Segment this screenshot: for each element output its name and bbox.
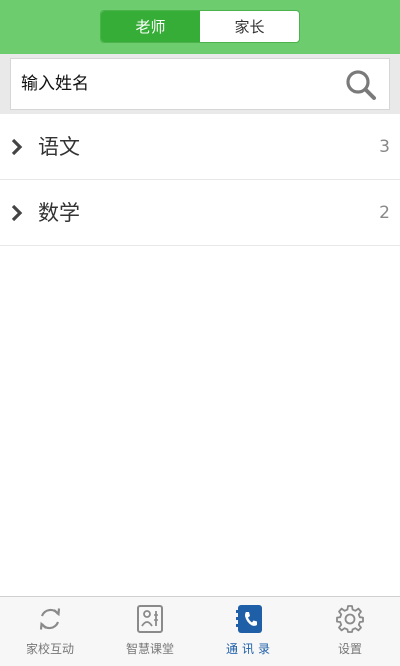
gear-icon <box>336 605 364 633</box>
tab-home-school[interactable]: 家校互动 <box>0 597 100 666</box>
tab-teacher[interactable]: 老师 <box>101 11 200 42</box>
refresh-icon <box>39 608 61 630</box>
classroom-icon <box>137 605 163 633</box>
top-bar: 老师 家长 <box>0 0 400 54</box>
tab-parent[interactable]: 家长 <box>200 11 299 42</box>
group-label: 语文 <box>38 135 80 159</box>
search-icon[interactable] <box>345 69 377 101</box>
tab-settings[interactable]: 设置 <box>300 597 400 666</box>
tab-smart-classroom[interactable]: 智慧课堂 <box>100 597 200 666</box>
contact-group-list: 语文 3 数学 2 <box>0 114 400 246</box>
chevron-right-icon <box>11 204 23 222</box>
tab-label: 家校互动 <box>25 642 74 656</box>
group-count: 3 <box>379 137 390 157</box>
tab-contacts[interactable]: 通讯录 <box>200 597 300 666</box>
tab-label: 设置 <box>337 642 362 656</box>
search-box <box>10 58 390 110</box>
role-switch: 老师 家长 <box>100 10 300 43</box>
group-row-chinese[interactable]: 语文 3 <box>0 114 400 180</box>
chevron-right-icon <box>11 138 23 156</box>
bottom-tab-bar: 家校互动 智慧课堂 通讯录 设置 <box>0 596 400 666</box>
tab-label: 智慧课堂 <box>125 642 174 656</box>
group-count: 2 <box>379 203 390 223</box>
search-bar <box>0 54 400 114</box>
search-input[interactable] <box>21 59 331 109</box>
tab-label: 通讯录 <box>225 642 274 656</box>
group-label: 数学 <box>38 201 80 225</box>
contacts-phone-icon <box>236 605 262 633</box>
group-row-math[interactable]: 数学 2 <box>0 180 400 246</box>
